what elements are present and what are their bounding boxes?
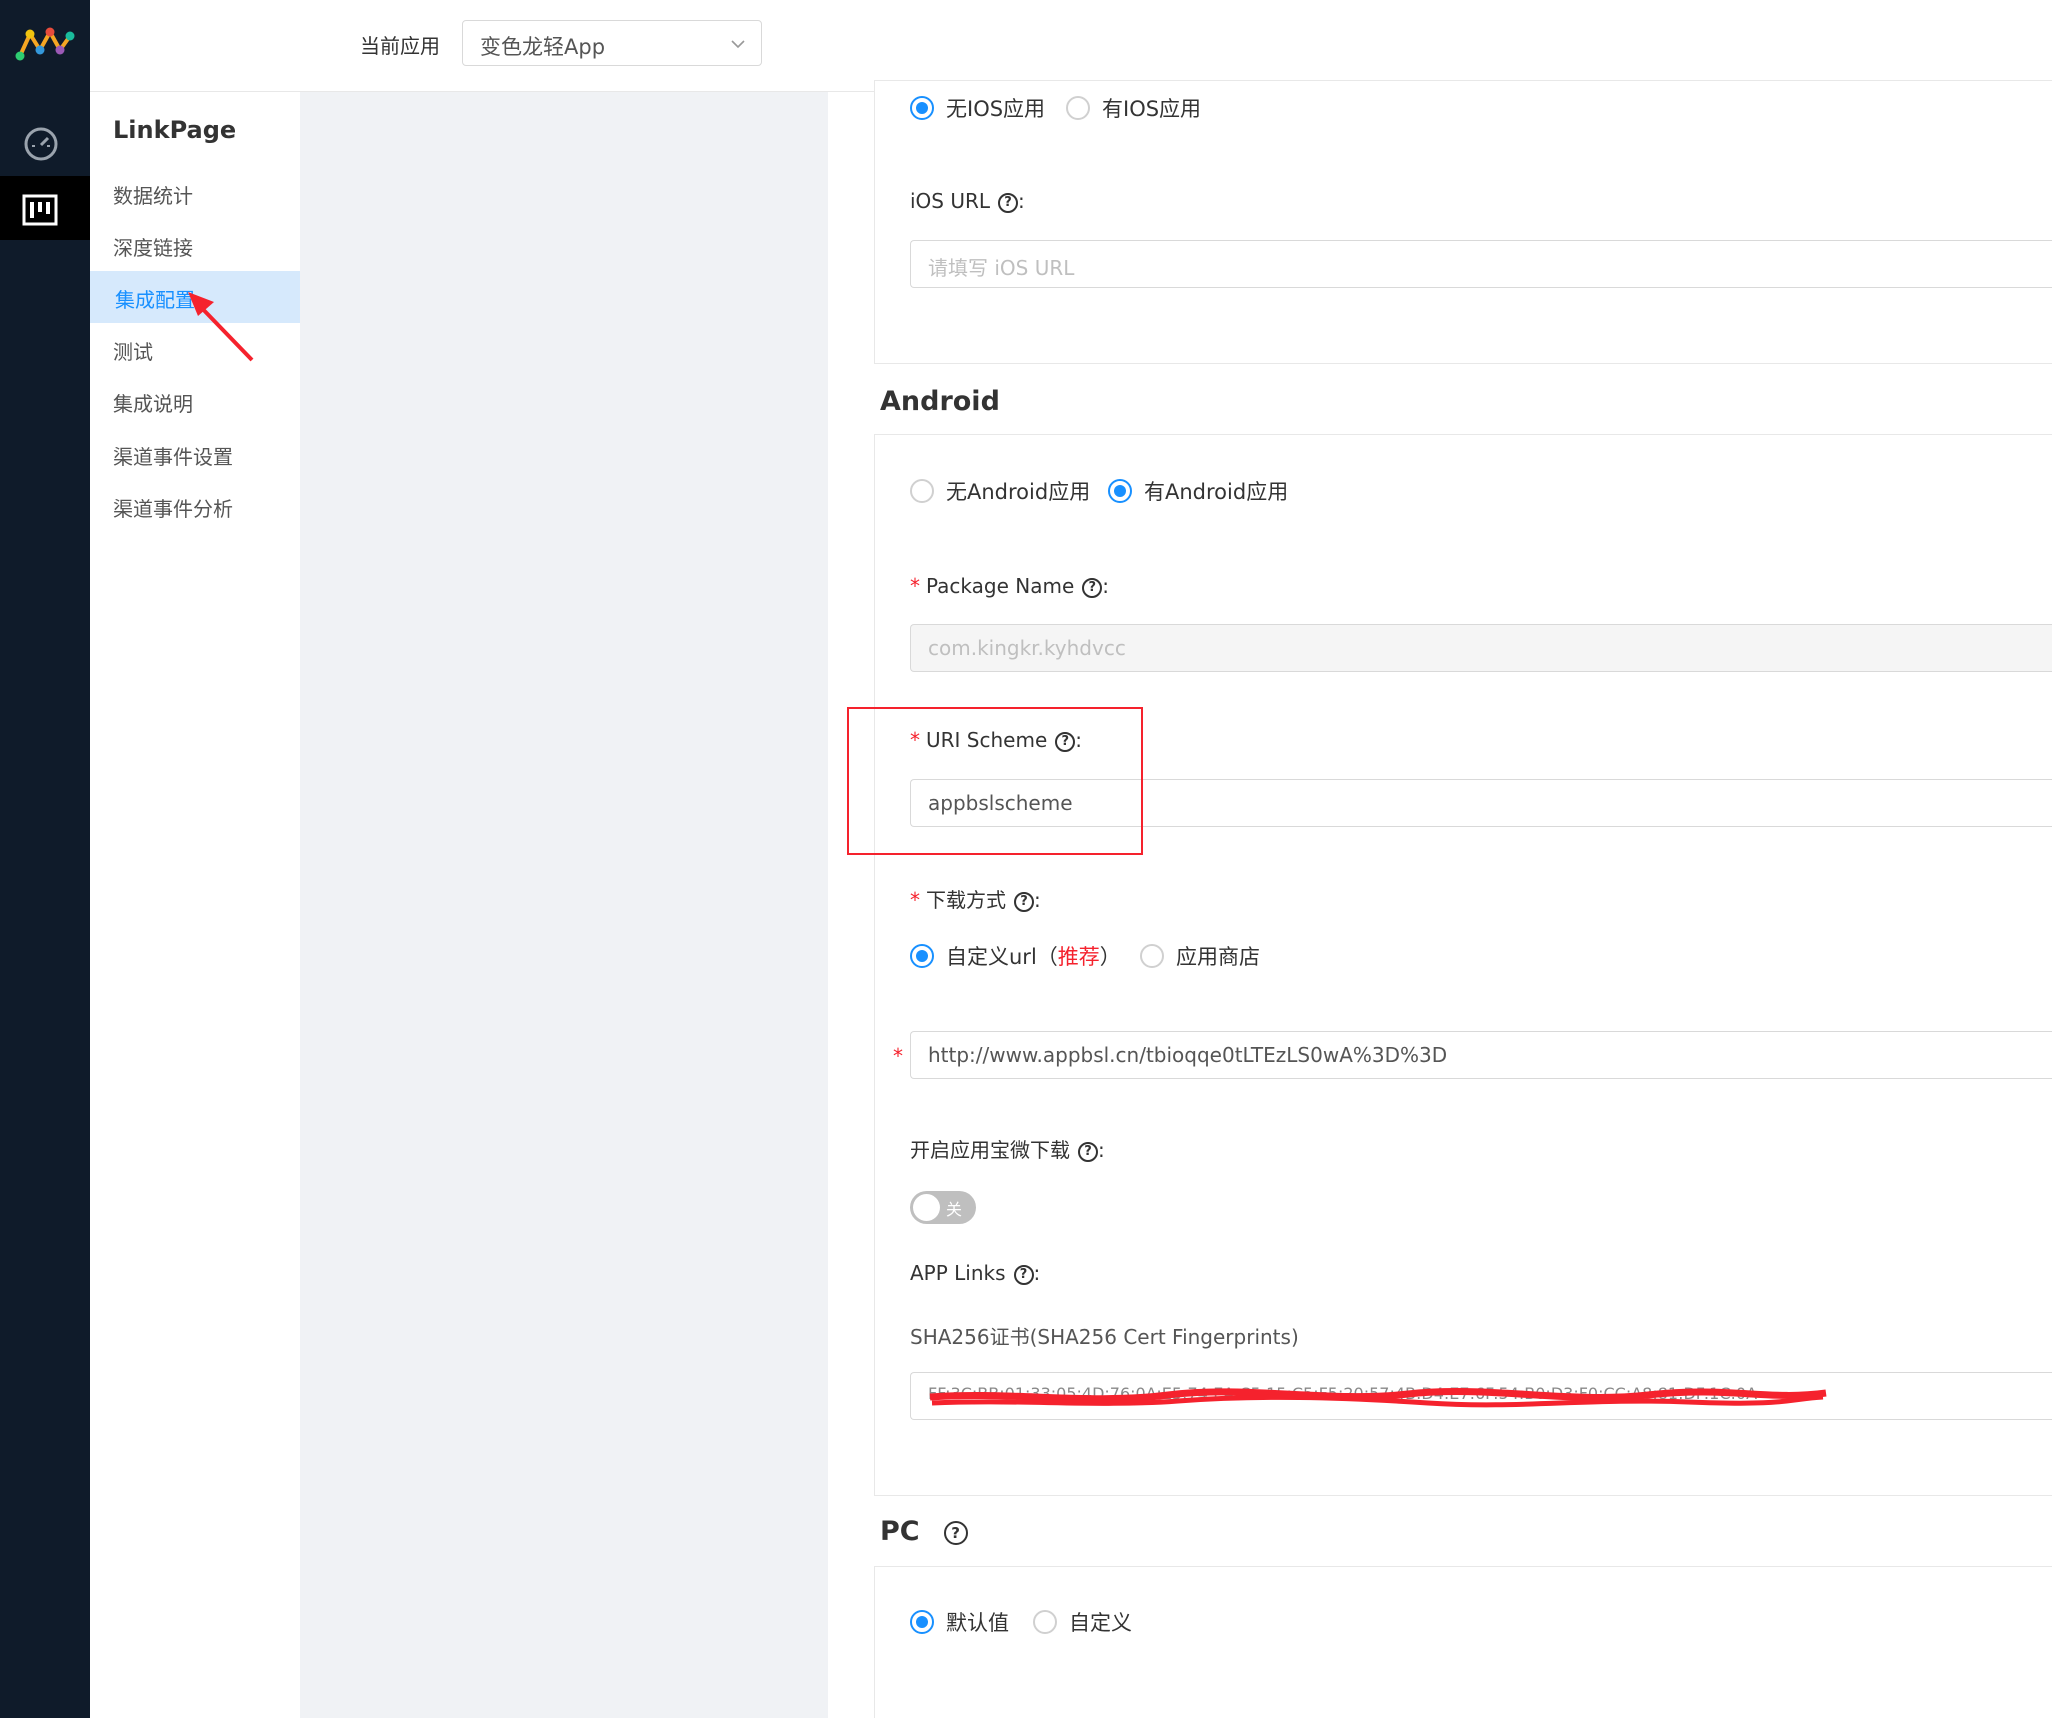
help-icon[interactable]: ? <box>1014 891 1034 912</box>
annotation-arrow <box>188 292 254 362</box>
sidebar-item-label: 深度链接 <box>113 236 193 260</box>
pc-card <box>874 1566 2052 1718</box>
board-icon[interactable] <box>22 194 58 226</box>
redaction-scribble <box>929 1388 1827 1408</box>
package-name-input: com.kingkr.kyhdvcc <box>910 624 2052 672</box>
required-mark: * <box>893 1044 903 1068</box>
dark-nav <box>0 0 90 1718</box>
sha256-label: SHA256证书(SHA256 Cert Fingerprints) <box>910 1325 1299 1349</box>
ios-url-input[interactable]: 请填写 iOS URL <box>910 240 2052 288</box>
radio-no-ios-label: 无IOS应用 <box>946 97 1046 121</box>
sidebar-item-channel-event-settings[interactable]: 渠道事件设置 <box>90 428 300 480</box>
sidebar-item-stats[interactable]: 数据统计 <box>90 167 300 219</box>
download-url-input[interactable]: http://www.appbsl.cn/tbioqqe0tLTEzLS0wA%… <box>910 1031 2052 1079</box>
radio-pc-default[interactable] <box>910 1610 934 1634</box>
radio-custom-url[interactable] <box>910 944 934 968</box>
toggle-knob <box>913 1194 940 1221</box>
sidebar-title: LinkPage <box>113 116 237 144</box>
help-icon[interactable]: ? <box>1082 577 1103 598</box>
logo-icon <box>15 27 75 61</box>
sidebar-item-label: 集成说明 <box>113 392 193 416</box>
help-icon[interactable]: ? <box>943 1520 968 1545</box>
yyb-download-label: 开启应用宝微下载?: <box>910 1138 1105 1162</box>
download-url-value: http://www.appbsl.cn/tbioqqe0tLTEzLS0wA%… <box>928 1043 1448 1067</box>
ios-url-label: iOS URL?: <box>910 189 1025 213</box>
toggle-text: 关 <box>946 1200 963 1219</box>
sidebar-item-label: 测试 <box>113 340 153 364</box>
sidebar-item-label: 渠道事件分析 <box>113 497 233 521</box>
sidebar-item-deeplink[interactable]: 深度链接 <box>90 219 300 271</box>
radio-no-android[interactable] <box>910 479 934 503</box>
radio-app-store-label: 应用商店 <box>1176 945 1260 969</box>
recommend-tag: 推荐 <box>1057 945 1100 969</box>
yyb-toggle[interactable]: 关 <box>910 1191 976 1224</box>
current-app-label: 当前应用 <box>360 34 440 58</box>
radio-custom-url-label: 自定义url（推荐） <box>946 945 1121 969</box>
radio-pc-custom[interactable] <box>1033 1610 1057 1634</box>
sidebar-item-label: 数据统计 <box>113 184 193 208</box>
sidebar-item-integration-docs[interactable]: 集成说明 <box>90 375 300 427</box>
package-name-label: * Package Name?: <box>910 574 1110 598</box>
radio-no-android-label: 无Android应用 <box>946 480 1091 504</box>
radio-has-android[interactable] <box>1108 479 1132 503</box>
radio-has-ios-label: 有IOS应用 <box>1102 97 1202 121</box>
sidebar-item-label: 渠道事件设置 <box>113 445 233 469</box>
package-name-value: com.kingkr.kyhdvcc <box>928 636 1126 660</box>
help-icon[interactable]: ? <box>998 192 1019 213</box>
app-select[interactable]: 变色龙轻App <box>462 20 762 66</box>
sidebar-item-channel-event-analysis[interactable]: 渠道事件分析 <box>90 480 300 532</box>
pc-section-title: PC? <box>880 1516 968 1547</box>
radio-pc-default-label: 默认值 <box>946 1611 1009 1635</box>
help-icon[interactable]: ? <box>1013 1264 1034 1285</box>
chevron-down-icon <box>731 40 745 49</box>
android-section-title: Android <box>880 386 1000 417</box>
radio-has-android-label: 有Android应用 <box>1144 480 1289 504</box>
radio-no-ios[interactable] <box>910 96 934 120</box>
download-method-label: * 下载方式?: <box>910 888 1041 912</box>
annotation-highlight-box <box>847 707 1143 855</box>
ios-url-placeholder: 请填写 iOS URL <box>928 256 1075 280</box>
radio-app-store[interactable] <box>1140 944 1164 968</box>
ios-card <box>874 80 2052 364</box>
dashboard-icon[interactable] <box>22 125 60 163</box>
radio-has-ios[interactable] <box>1066 96 1090 120</box>
app-links-label: APP Links?: <box>910 1261 1041 1285</box>
radio-pc-custom-label: 自定义 <box>1069 1611 1132 1635</box>
help-icon[interactable]: ? <box>1078 1141 1098 1162</box>
app-select-value: 变色龙轻App <box>480 35 606 59</box>
